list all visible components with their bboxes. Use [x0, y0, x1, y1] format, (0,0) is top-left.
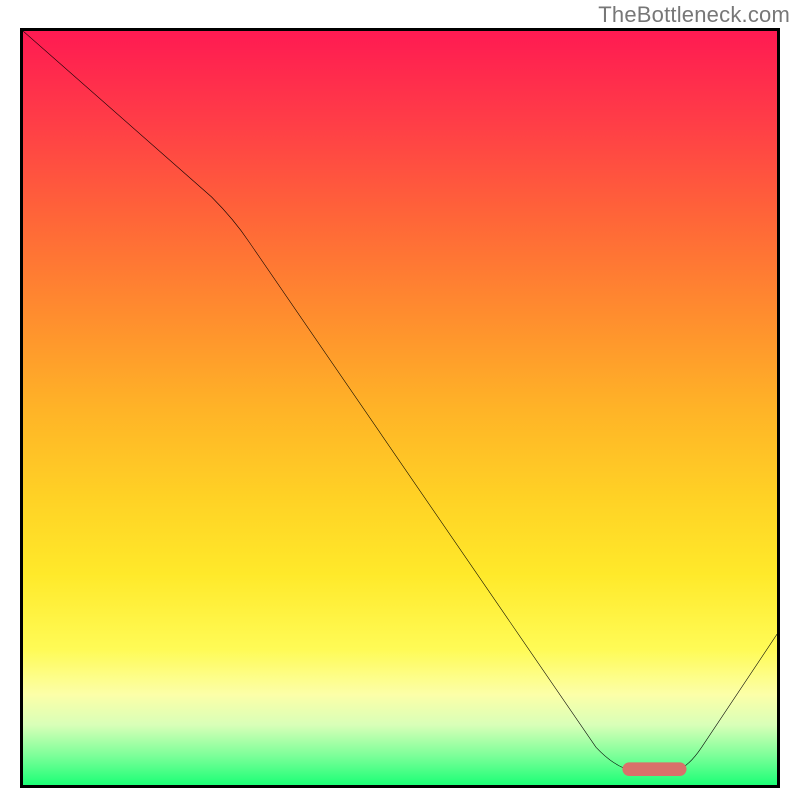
optimal-range-marker — [622, 762, 686, 776]
curve-layer — [23, 31, 777, 785]
chart-canvas: TheBottleneck.com — [0, 0, 800, 800]
watermark-text: TheBottleneck.com — [598, 2, 790, 28]
bottleneck-curve-path — [23, 31, 777, 772]
plot-frame — [20, 28, 780, 788]
